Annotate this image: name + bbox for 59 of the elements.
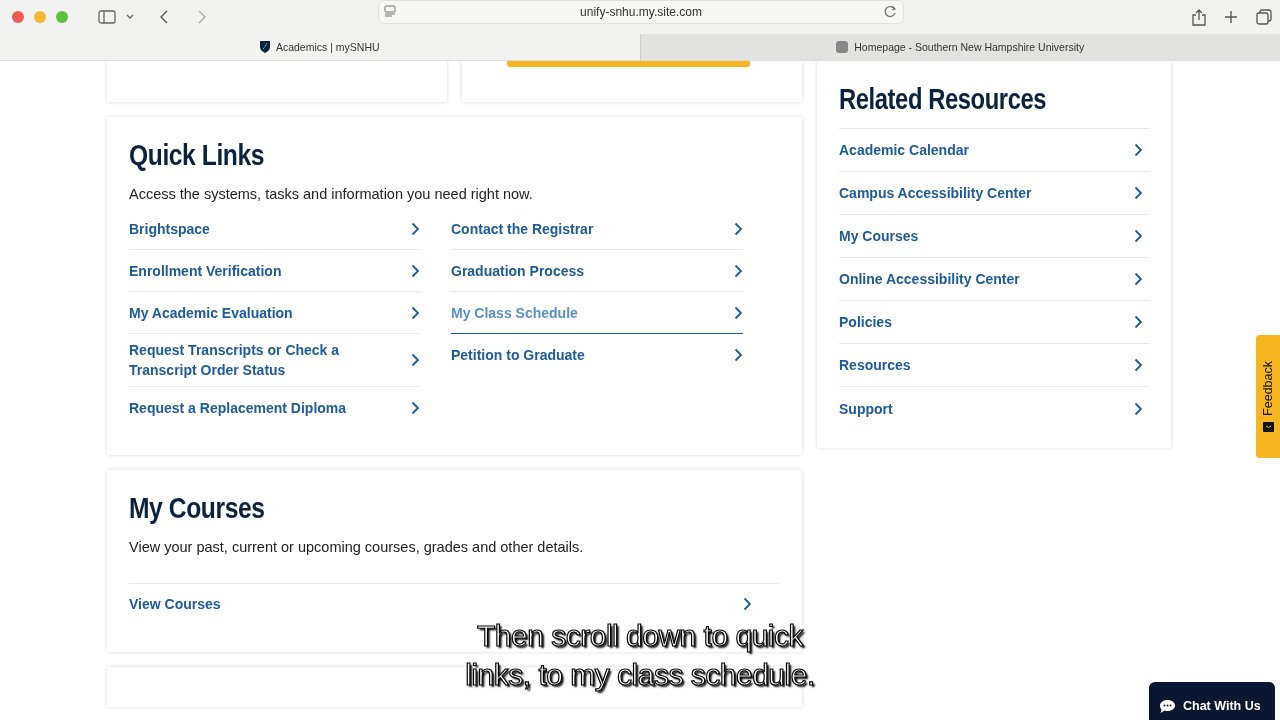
sidebar-icon[interactable]	[98, 10, 116, 24]
chevron-right-icon	[1134, 186, 1143, 200]
quick-link[interactable]: Enrollment Verification	[129, 250, 420, 292]
chevron-right-icon	[411, 263, 420, 278]
chevron-right-icon	[734, 348, 743, 362]
chat-button[interactable]: Chat With Us	[1149, 682, 1275, 720]
chevron-right-icon	[734, 221, 743, 236]
reader-icon[interactable]	[383, 4, 397, 18]
chevron-right-icon	[411, 401, 420, 415]
resource-link[interactable]: Campus Accessibility Center	[839, 172, 1149, 215]
chevron-right-icon	[1134, 143, 1143, 157]
section-heading: Quick Links	[129, 139, 265, 172]
smile-icon	[1262, 421, 1274, 433]
maximize-window-icon[interactable]	[56, 11, 68, 23]
feedback-tab[interactable]: Feedback	[1256, 335, 1280, 458]
browser-tab[interactable]: Homepage - Southern New Hampshire University	[639, 34, 1280, 60]
resource-link[interactable]: Resources	[839, 344, 1149, 387]
chevron-right-icon	[734, 305, 743, 320]
quick-link[interactable]: Brightspace	[129, 208, 420, 250]
resource-link[interactable]: Online Accessibility Center	[839, 258, 1149, 301]
chevron-down-icon[interactable]	[126, 14, 134, 20]
section-heading: My Courses	[129, 492, 265, 525]
chevron-right-icon	[734, 263, 743, 278]
chevron-right-icon	[1134, 272, 1143, 286]
view-courses-link[interactable]: View Courses	[129, 583, 780, 624]
resource-link[interactable]: Policies	[839, 301, 1149, 344]
forward-icon[interactable]	[198, 10, 206, 24]
video-caption: links, to my class schedule.	[465, 655, 815, 694]
quick-link[interactable]: Contact the Registrar	[451, 208, 743, 250]
address-bar[interactable]: unify-snhu.my.site.com	[378, 0, 904, 24]
chevron-right-icon	[1134, 358, 1143, 372]
chevron-right-icon	[411, 221, 420, 236]
back-icon[interactable]	[160, 10, 168, 24]
shield-icon	[259, 41, 270, 53]
share-icon[interactable]	[1192, 8, 1206, 26]
plus-icon[interactable]	[1224, 10, 1238, 24]
quick-link[interactable]: Graduation Process	[451, 250, 743, 292]
site-icon	[836, 41, 849, 53]
chevron-right-icon	[411, 305, 420, 320]
tabs-overview-icon[interactable]	[1256, 9, 1272, 25]
chat-bubble-icon	[1159, 699, 1176, 714]
quick-link[interactable]: Request a Replacement Diploma	[129, 387, 420, 429]
resource-link[interactable]: Academic Calendar	[839, 129, 1149, 172]
section-description: Access the systems, tasks and information you need right now.	[129, 186, 534, 202]
browser-tab[interactable]: Academics | mySNHU	[0, 34, 640, 60]
resource-link[interactable]: My Courses	[839, 215, 1149, 258]
quick-link[interactable]: Request Transcripts or Check a Transcript Order Status	[129, 334, 420, 387]
chevron-right-icon	[1134, 401, 1143, 416]
section-description: View your past, current or upcoming courses, grades and other details.	[129, 539, 585, 555]
chevron-right-icon	[1134, 315, 1143, 329]
reload-icon[interactable]	[884, 4, 897, 18]
quick-link[interactable]: Petition to Graduate	[451, 334, 743, 376]
chevron-right-icon	[411, 353, 420, 367]
close-window-icon[interactable]	[12, 11, 24, 23]
chevron-right-icon	[743, 597, 752, 611]
chevron-right-icon	[1134, 229, 1143, 243]
section-heading: Related Resources	[839, 83, 1047, 116]
resource-link[interactable]: Support	[839, 387, 1149, 430]
quick-link[interactable]: My Academic Evaluation	[129, 292, 420, 334]
